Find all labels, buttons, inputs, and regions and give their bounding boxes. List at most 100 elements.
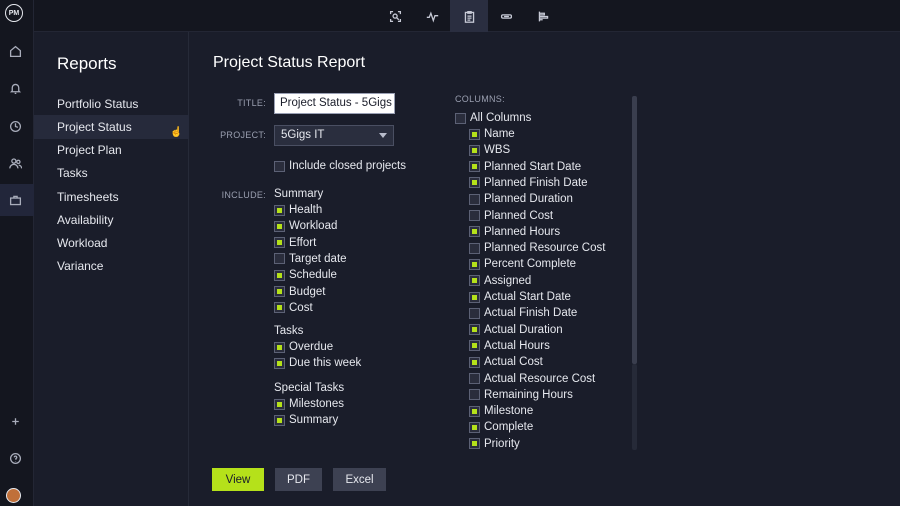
home-icon[interactable]	[6, 42, 24, 60]
column-option[interactable]: Planned Duration	[469, 191, 573, 207]
checkbox[interactable]	[469, 373, 480, 384]
column-option[interactable]: Planned Resource Cost	[469, 240, 605, 256]
checkbox[interactable]	[469, 193, 480, 205]
checkbox[interactable]	[469, 161, 480, 173]
view-button[interactable]: View	[212, 468, 264, 491]
checkbox[interactable]	[274, 204, 285, 216]
checkbox[interactable]	[469, 226, 480, 238]
sidebar-item-workload[interactable]: Workload	[34, 231, 189, 255]
avatar[interactable]	[6, 488, 21, 503]
include-option[interactable]: Effort	[274, 235, 316, 251]
checkbox[interactable]	[274, 237, 285, 249]
column-option[interactable]: Actual Start Date	[469, 289, 571, 305]
bell-icon[interactable]	[6, 79, 24, 97]
clipboard-icon[interactable]	[450, 0, 488, 32]
checkbox[interactable]	[469, 324, 480, 336]
sidebar-item-timesheets[interactable]: Timesheets	[34, 185, 189, 209]
include-option[interactable]: Overdue	[274, 339, 333, 355]
column-option[interactable]: Percent Complete	[469, 256, 576, 272]
checkbox[interactable]	[469, 438, 480, 450]
checkbox-label: Actual Cost	[484, 356, 543, 369]
column-option[interactable]: Actual Duration	[469, 322, 563, 338]
column-option[interactable]: Milestone	[469, 403, 533, 419]
sidebar-item-portfolio-status[interactable]: Portfolio Status	[34, 92, 189, 116]
include-option[interactable]: Workload	[274, 218, 337, 234]
title-input[interactable]: Project Status - 5Gigs IT	[274, 93, 395, 114]
clock-icon[interactable]	[6, 117, 24, 135]
checkbox[interactable]	[469, 242, 480, 254]
include-option[interactable]: Health	[274, 202, 322, 218]
top-toolbar	[34, 0, 900, 32]
checkbox[interactable]	[469, 210, 480, 221]
checkbox-label: All Columns	[470, 112, 532, 124]
checkbox[interactable]	[274, 220, 285, 232]
checkbox[interactable]	[274, 269, 285, 281]
checkbox[interactable]	[469, 405, 480, 417]
sidebar-item-variance[interactable]: Variance	[34, 254, 189, 278]
checkbox[interactable]	[469, 144, 480, 156]
include-option[interactable]: Milestones	[274, 396, 344, 412]
sidebar-item-label: Project Status	[57, 120, 132, 134]
checkbox[interactable]	[274, 253, 285, 265]
checkbox[interactable]	[469, 177, 480, 189]
column-option[interactable]: Actual Resource Cost	[469, 371, 595, 387]
pdf-button[interactable]: PDF	[275, 468, 322, 491]
link-icon[interactable]	[487, 0, 525, 32]
all-columns-checkbox[interactable]: All Columns	[455, 110, 531, 126]
column-option[interactable]: Assigned	[469, 273, 531, 289]
checkbox-label: Planned Hours	[484, 225, 561, 238]
users-icon[interactable]	[6, 154, 24, 172]
checkbox[interactable]	[455, 112, 466, 124]
checkbox[interactable]	[469, 307, 480, 319]
sidebar-item-project-status[interactable]: Project Status ☝	[34, 115, 189, 139]
checkbox[interactable]	[274, 302, 285, 314]
checkbox[interactable]	[274, 160, 285, 172]
include-option[interactable]: Cost	[274, 300, 313, 316]
sidebar-item-tasks[interactable]: Tasks	[34, 161, 189, 185]
include-option[interactable]: Target date	[274, 251, 347, 267]
project-select[interactable]: 5Gigs IT	[274, 125, 394, 146]
checkbox[interactable]	[274, 341, 285, 353]
include-option[interactable]: Summary	[274, 412, 338, 428]
column-option[interactable]: Name	[469, 126, 515, 142]
column-option[interactable]: Planned Cost	[469, 208, 553, 224]
gantt-icon[interactable]	[524, 0, 562, 32]
include-option[interactable]: Budget	[274, 284, 325, 300]
include-option[interactable]: Due this week	[274, 355, 361, 371]
checkbox[interactable]	[469, 128, 480, 140]
plus-icon[interactable]	[6, 412, 24, 430]
columns-scrollbar-track[interactable]	[632, 364, 637, 450]
checkbox[interactable]	[274, 398, 285, 410]
checkbox[interactable]	[469, 275, 480, 287]
column-option[interactable]: WBS	[469, 142, 510, 158]
include-closed-checkbox[interactable]: Include closed projects	[274, 158, 406, 174]
app-logo[interactable]: PM	[5, 4, 23, 22]
checkbox[interactable]	[469, 291, 480, 303]
column-option[interactable]: Complete	[469, 419, 533, 435]
columns-scrollbar-thumb[interactable]	[632, 96, 637, 364]
checkbox[interactable]	[469, 356, 480, 368]
checkbox[interactable]	[274, 286, 285, 297]
checkbox[interactable]	[274, 414, 285, 426]
checkbox[interactable]	[469, 421, 480, 433]
help-icon[interactable]	[6, 449, 24, 467]
zoom-icon[interactable]	[376, 0, 414, 32]
checkbox[interactable]	[469, 258, 480, 270]
checkbox[interactable]	[469, 389, 480, 401]
column-option[interactable]: Planned Hours	[469, 224, 560, 240]
sidebar-item-availability[interactable]: Availability	[34, 208, 189, 232]
column-option[interactable]: Planned Start Date	[469, 159, 581, 175]
sidebar-item-project-plan[interactable]: Project Plan	[34, 138, 189, 162]
column-option[interactable]: Priority	[469, 436, 520, 452]
checkbox[interactable]	[469, 340, 480, 352]
briefcase-icon[interactable]	[6, 191, 24, 209]
checkbox[interactable]	[274, 357, 285, 369]
column-option[interactable]: Actual Hours	[469, 338, 550, 354]
pulse-icon[interactable]	[413, 0, 451, 32]
excel-button[interactable]: Excel	[333, 468, 386, 491]
column-option[interactable]: Remaining Hours	[469, 387, 573, 403]
column-option[interactable]: Actual Finish Date	[469, 305, 577, 321]
column-option[interactable]: Planned Finish Date	[469, 175, 588, 191]
include-option[interactable]: Schedule	[274, 267, 337, 283]
column-option[interactable]: Actual Cost	[469, 354, 543, 370]
